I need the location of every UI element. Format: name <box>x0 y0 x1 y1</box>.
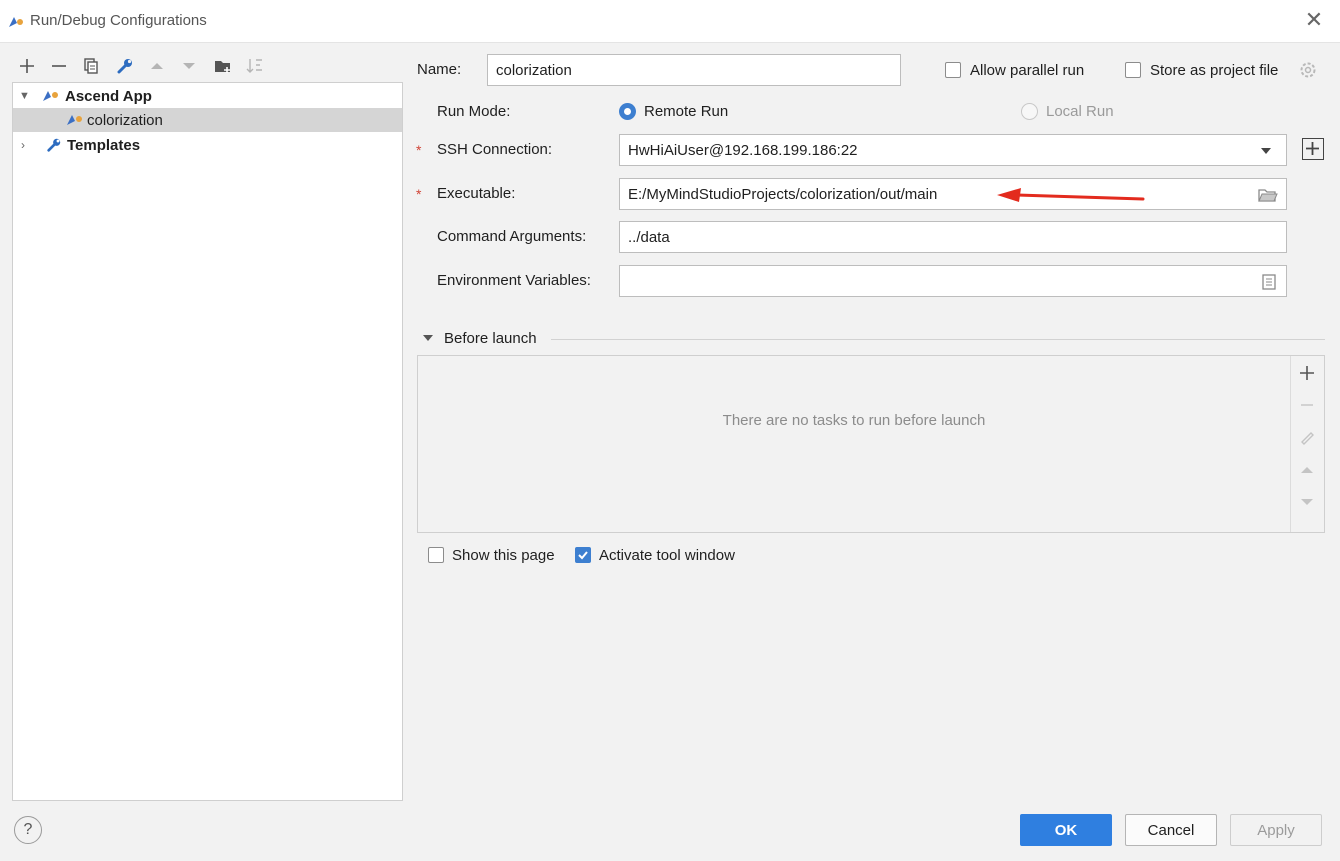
before-launch-title: Before launch <box>444 330 537 347</box>
show-page-label: Show this page <box>452 547 555 564</box>
wrench-icon <box>47 138 61 152</box>
executable-input[interactable]: E:/MyMindStudioProjects/colorization/out… <box>619 178 1287 210</box>
collapse-icon[interactable] <box>422 334 434 342</box>
remove-task-icon[interactable] <box>1298 396 1316 414</box>
move-task-up-icon[interactable] <box>1298 461 1316 479</box>
help-button[interactable]: ? <box>14 816 42 844</box>
gear-icon[interactable] <box>1298 60 1318 80</box>
store-project-checkbox[interactable] <box>1125 62 1141 78</box>
executable-label: Executable: <box>437 185 516 202</box>
activate-tool-window-label: Activate tool window <box>599 547 735 564</box>
executable-value: E:/MyMindStudioProjects/colorization/out… <box>628 185 938 203</box>
remote-run-radio[interactable] <box>619 103 636 120</box>
remove-icon[interactable] <box>48 55 70 77</box>
sort-icon[interactable] <box>244 55 266 77</box>
edit-task-icon[interactable] <box>1298 428 1316 446</box>
add-task-icon[interactable] <box>1298 364 1316 382</box>
ok-button[interactable]: OK <box>1020 814 1112 846</box>
task-toolbar <box>1290 356 1324 532</box>
ssh-connection-select[interactable]: HwHiAiUser@192.168.199.186:22 <box>619 134 1287 166</box>
app-icon <box>9 17 23 27</box>
name-input[interactable]: colorization <box>487 54 901 86</box>
wrench-icon[interactable] <box>114 55 136 77</box>
required-marker: * <box>416 186 422 202</box>
required-marker: * <box>416 142 422 158</box>
move-task-down-icon[interactable] <box>1298 493 1316 511</box>
folder-open-icon[interactable] <box>1258 187 1278 203</box>
run-mode-label: Run Mode: <box>437 103 511 120</box>
local-run-radio[interactable] <box>1021 103 1038 120</box>
tree-item-label: Ascend App <box>65 87 152 105</box>
name-label: Name: <box>417 61 462 78</box>
activate-tool-window-checkbox[interactable] <box>575 547 591 563</box>
local-run-label: Local Run <box>1046 103 1114 120</box>
environment-variables-label: Environment Variables: <box>437 272 591 289</box>
checkmark-icon <box>578 551 588 560</box>
add-icon[interactable] <box>16 55 38 77</box>
environment-variables-input[interactable] <box>619 265 1287 297</box>
empty-tasks-text: There are no tasks to run before launch <box>722 412 986 429</box>
store-project-label: Store as project file <box>1150 62 1279 79</box>
ascend-app-icon <box>43 91 58 101</box>
tree-item-templates[interactable]: › Templates <box>13 133 402 157</box>
remote-run-label: Remote Run <box>644 103 729 120</box>
move-up-icon[interactable] <box>146 55 168 77</box>
tree-item-colorization[interactable]: colorization <box>13 108 402 132</box>
show-page-checkbox[interactable] <box>428 547 444 563</box>
chevron-down-icon[interactable] <box>1260 147 1272 155</box>
close-icon[interactable]: ✕ <box>1304 9 1324 31</box>
annotation-arrow-icon <box>997 188 1145 202</box>
tree-item-ascend-app[interactable]: ▼ Ascend App <box>13 84 402 108</box>
title-bar: Run/Debug Configurations ✕ <box>0 0 1340 43</box>
section-divider <box>551 339 1325 340</box>
allow-parallel-label: Allow parallel run <box>970 62 1085 79</box>
cancel-button[interactable]: Cancel <box>1125 814 1217 846</box>
apply-button[interactable]: Apply <box>1230 814 1322 846</box>
allow-parallel-checkbox[interactable] <box>945 62 961 78</box>
move-down-icon[interactable] <box>178 55 200 77</box>
before-launch-task-list[interactable]: There are no tasks to run before launch <box>417 355 1325 533</box>
copy-icon[interactable] <box>80 55 102 77</box>
tree-item-label: Templates <box>67 136 141 154</box>
window-title: Run/Debug Configurations <box>30 12 207 29</box>
command-arguments-input[interactable]: ../data <box>619 221 1287 253</box>
tree-item-label: colorization <box>87 111 163 129</box>
command-arguments-label: Command Arguments: <box>437 228 587 245</box>
configurations-tree[interactable]: ▼ Ascend App colorization › Templates <box>12 82 403 801</box>
chevron-right-icon[interactable]: › <box>21 138 37 152</box>
ssh-connection-value: HwHiAiUser@192.168.199.186:22 <box>628 141 858 159</box>
edit-list-icon[interactable] <box>1262 274 1276 290</box>
ssh-connection-label: SSH Connection: <box>437 141 553 158</box>
plus-icon <box>1306 142 1319 155</box>
add-ssh-connection-button[interactable] <box>1302 138 1324 160</box>
chevron-down-icon[interactable]: ▼ <box>19 90 35 102</box>
new-folder-icon[interactable] <box>212 55 234 77</box>
ascend-app-icon <box>67 115 82 125</box>
